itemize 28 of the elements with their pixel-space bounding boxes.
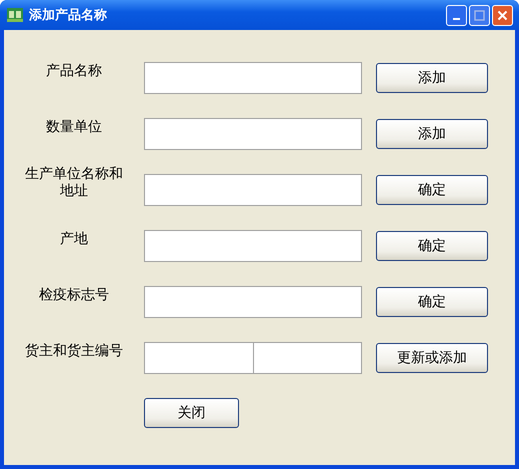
input-field[interactable] [254, 342, 362, 374]
minimize-icon [453, 18, 460, 20]
field-label: 产地 [59, 230, 89, 248]
action-button[interactable]: 添加 [376, 63, 488, 93]
input-field[interactable] [144, 230, 362, 262]
action-button[interactable]: 添加 [376, 119, 488, 149]
input-field[interactable] [144, 62, 362, 94]
maximize-button[interactable] [469, 4, 490, 26]
field-label: 检疫标志号 [38, 286, 110, 304]
field-label: 数量单位 [45, 118, 103, 136]
close-dialog-button[interactable]: 关闭 [144, 398, 239, 428]
action-button[interactable]: 确定 [376, 175, 488, 205]
close-button[interactable] [492, 4, 513, 26]
action-button[interactable]: 确定 [376, 231, 488, 261]
field-label: 产品名称 [45, 62, 103, 80]
maximize-icon [474, 10, 485, 20]
close-icon [497, 10, 508, 20]
minimize-button[interactable] [446, 4, 467, 26]
input-field[interactable] [144, 342, 254, 374]
input-field[interactable] [144, 286, 362, 318]
app-icon [7, 8, 23, 22]
field-label: 生产单位名称和地址 [24, 166, 124, 200]
window-title: 添加产品名称 [29, 6, 108, 24]
action-button[interactable]: 确定 [376, 287, 488, 317]
input-field[interactable] [144, 174, 362, 206]
action-button[interactable]: 更新或添加 [376, 343, 488, 373]
input-field[interactable] [144, 118, 362, 150]
field-label: 货主和货主编号 [24, 342, 124, 360]
